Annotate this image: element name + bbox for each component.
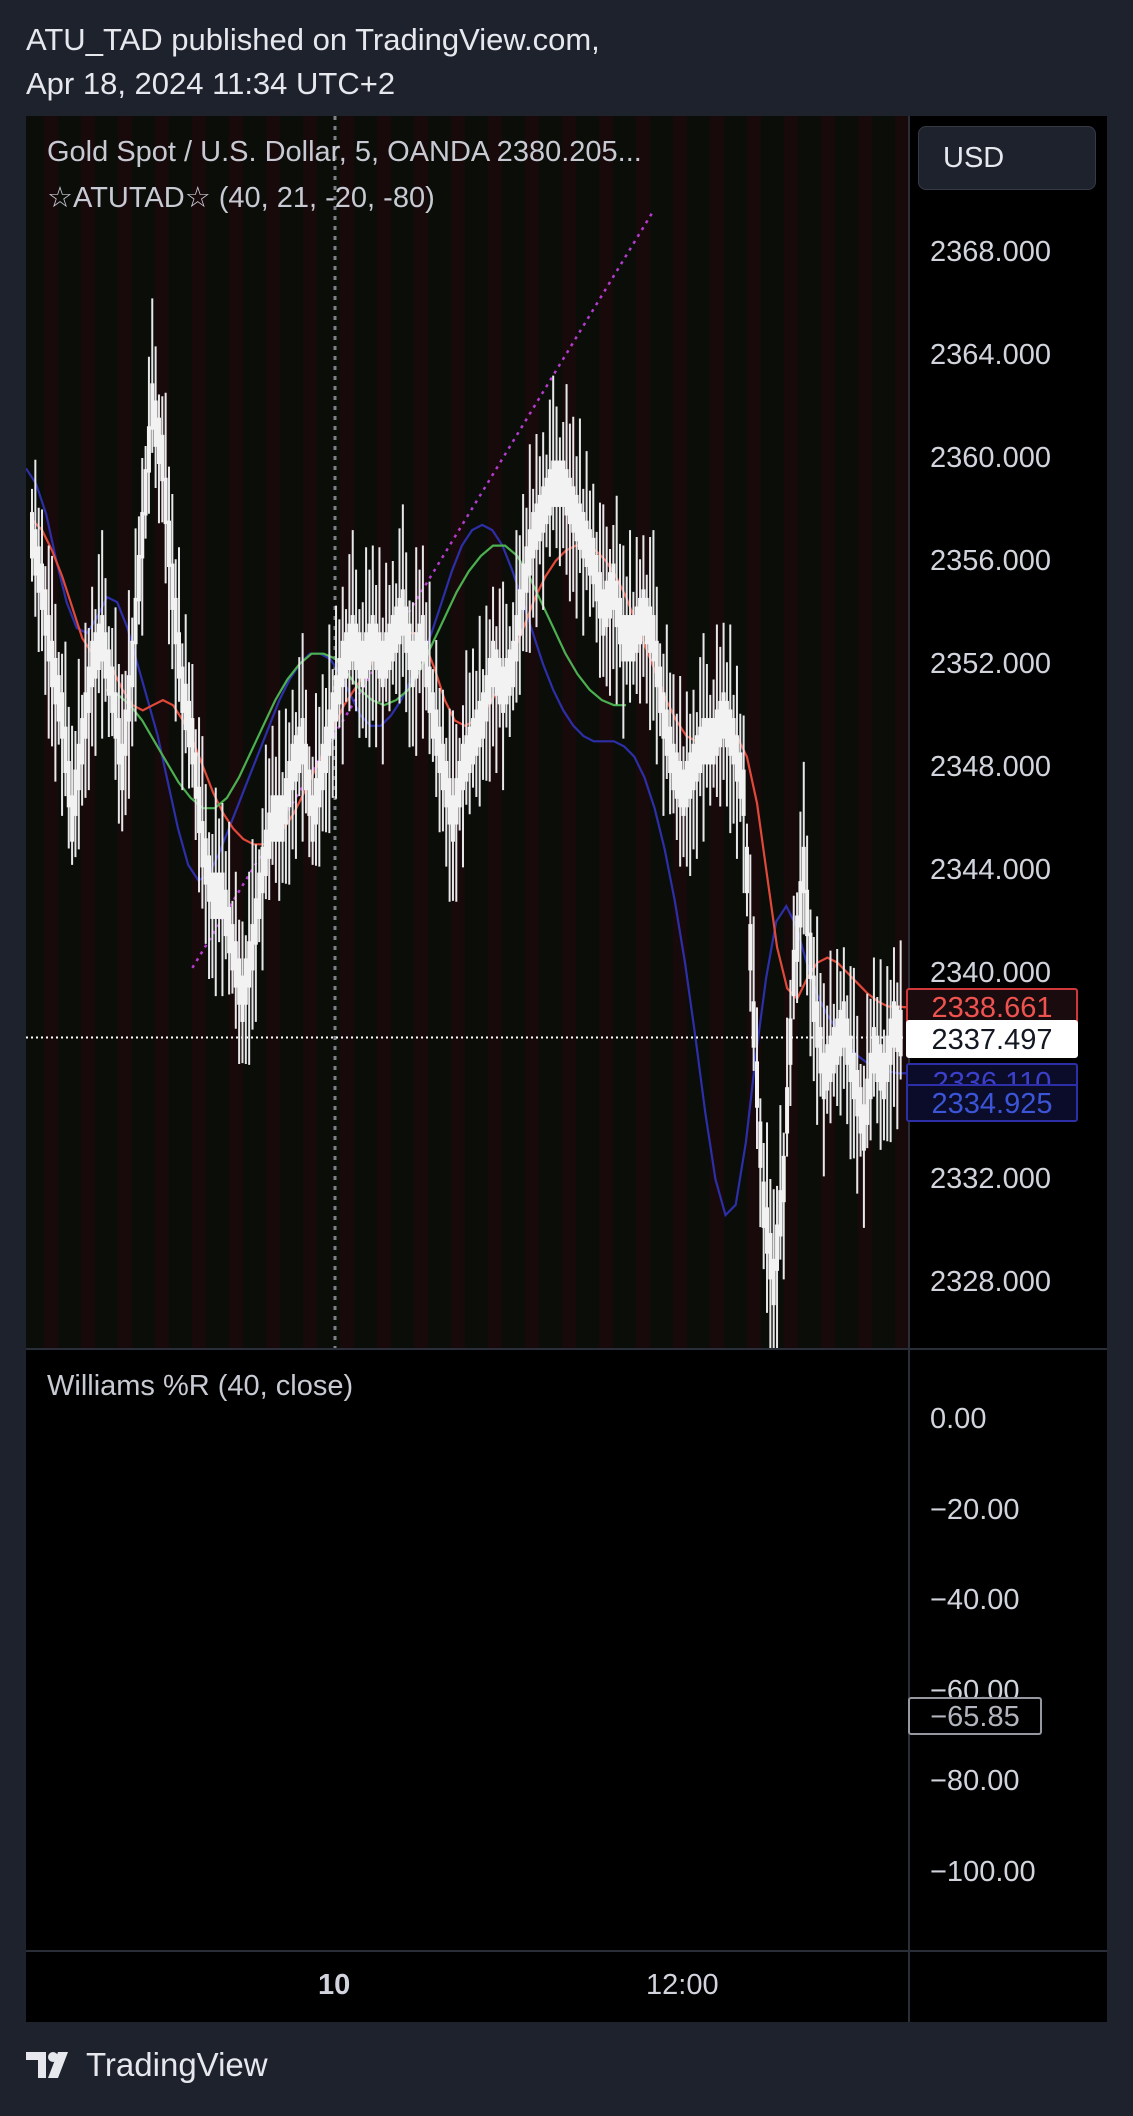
price-tick-label: 2360.000 xyxy=(930,442,1051,474)
session-band xyxy=(599,116,613,1348)
candle-body xyxy=(133,597,138,645)
oscillator-tick-label: −20.00 xyxy=(930,1493,1020,1526)
candle-body xyxy=(136,554,141,602)
price-tick-label: 2340.000 xyxy=(930,957,1051,989)
tradingview-logo-icon xyxy=(26,2052,68,2078)
candle-body xyxy=(163,477,168,525)
candle-body xyxy=(166,520,171,568)
symbol-legend[interactable]: Gold Spot / U.S. Dollar, 5, OANDA 2380.2… xyxy=(47,136,642,169)
publish-author-line: ATU_TAD published on TradingView.com, xyxy=(26,22,600,57)
candle-body xyxy=(758,1121,763,1168)
candle-body xyxy=(898,1009,903,1057)
price-tick-label: 2364.000 xyxy=(930,339,1051,371)
footer-brand[interactable]: TradingView xyxy=(26,2046,268,2084)
candle-body xyxy=(785,1087,790,1134)
session-band xyxy=(377,116,391,1348)
price-tick-label: 2332.000 xyxy=(930,1163,1051,1195)
oscillator-tick-label: −40.00 xyxy=(930,1584,1020,1617)
session-band xyxy=(525,116,539,1348)
candle-body xyxy=(146,426,151,473)
candle-body xyxy=(751,1001,756,1048)
candle-body xyxy=(143,469,148,516)
candle-body xyxy=(805,889,810,937)
publish-date-line: Apr 18, 2024 11:34 UTC+2 xyxy=(26,66,396,101)
candle-body xyxy=(748,924,753,971)
session-band xyxy=(784,116,798,1348)
session-band xyxy=(858,116,872,1348)
oscillator-pane-background xyxy=(26,1350,908,1950)
candle-body xyxy=(754,1061,759,1108)
oscillator-tick-label: 0.00 xyxy=(930,1403,987,1435)
indicator-legend[interactable]: ☆ATUTAD☆ (40, 21, -20, -80) xyxy=(47,180,435,215)
price-badge-ma-dark-blue: 2334.925 xyxy=(906,1083,1078,1122)
candle-body xyxy=(140,512,145,559)
time-tick-label: 12:00 xyxy=(646,1969,719,2001)
session-band xyxy=(562,116,576,1348)
candle-body xyxy=(788,1018,793,1065)
price-badge-last-price: 2337.497 xyxy=(906,1020,1078,1059)
session-band xyxy=(229,116,243,1348)
price-tick-label: 2356.000 xyxy=(930,545,1051,577)
price-tick-label: 2328.000 xyxy=(930,1266,1051,1298)
candle-body xyxy=(160,434,165,482)
candle-body xyxy=(808,932,813,980)
session-band xyxy=(895,116,908,1348)
footer-brand-label: TradingView xyxy=(86,2046,268,2083)
chart-frame: Gold Spot / U.S. Dollar, 5, OANDA 2380.2… xyxy=(26,116,1107,2022)
currency-button[interactable]: USD xyxy=(918,126,1096,190)
candle-body xyxy=(744,846,749,894)
candle-body xyxy=(741,769,746,816)
price-tick-label: 2352.000 xyxy=(930,648,1051,680)
candle-body xyxy=(130,640,135,688)
session-band xyxy=(636,116,650,1348)
oscillator-tick-label: −80.00 xyxy=(930,1765,1020,1798)
price-tick-label: 2368.000 xyxy=(930,236,1051,268)
oscillator-tick-label: −100.00 xyxy=(930,1856,1036,1888)
price-tick-label: 2348.000 xyxy=(930,751,1051,783)
candle-body xyxy=(781,1155,786,1203)
candle-body xyxy=(801,846,806,894)
time-tick-label: 10 xyxy=(318,1969,351,2001)
oscillator-last-value-badge: −65.85 xyxy=(908,1697,1042,1736)
publish-header: ATU_TAD published on TradingView.com, Ap… xyxy=(26,18,600,106)
price-tick-label: 2344.000 xyxy=(930,854,1051,886)
oscillator-legend[interactable]: Williams %R (40, close) xyxy=(47,1370,353,1403)
